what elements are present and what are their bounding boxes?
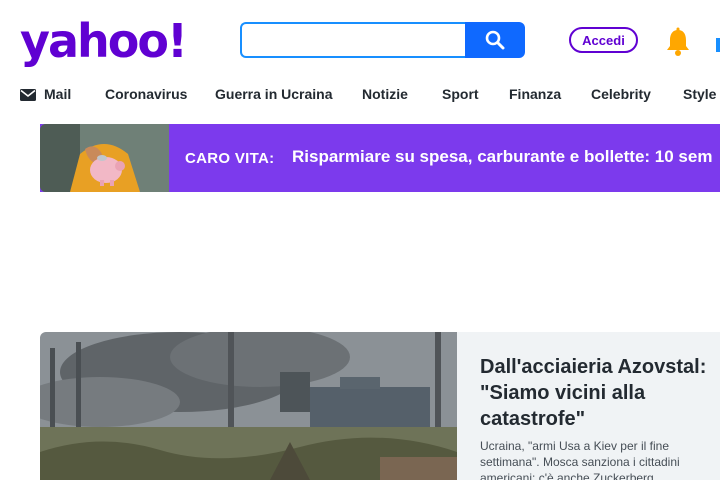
search-button[interactable] [465, 22, 525, 58]
search-icon [485, 30, 505, 50]
promo-title-link[interactable]: Risparmiare su spesa, carburante e bolle… [292, 147, 712, 167]
piggy-bank-image [40, 124, 169, 192]
nav-item-sport[interactable]: Sport [442, 86, 479, 102]
nav-item-style[interactable]: Style [683, 86, 716, 102]
search-bar [240, 22, 525, 58]
promo-banner[interactable]: CARO VITA: Risparmiare su spesa, carbura… [40, 124, 720, 192]
hero-image[interactable] [40, 332, 457, 480]
nav-item-mail[interactable]: Mail [44, 86, 71, 102]
hero-title[interactable]: Dall'acciaieria Azovstal: "Siamo vicini … [480, 354, 720, 432]
edge-indicator [716, 38, 720, 52]
header: yahoo! Accedi [0, 0, 720, 80]
hero-summary: Ucraina, "armi Usa a Kiev per il fine se… [480, 439, 680, 480]
mail-icon [20, 89, 36, 101]
promo-label: CARO VITA: [185, 150, 275, 167]
nav-item-guerra-in-ucraina[interactable]: Guerra in Ucraina [215, 86, 333, 102]
nav-item-notizie[interactable]: Notizie [362, 86, 408, 102]
signin-button[interactable]: Accedi [569, 27, 638, 53]
yahoo-logo[interactable]: yahoo! [20, 14, 188, 68]
nav-item-finanza[interactable]: Finanza [509, 86, 561, 102]
nav-item-coronavirus[interactable]: Coronavirus [105, 86, 187, 102]
nav-item-celebrity[interactable]: Celebrity [591, 86, 651, 102]
search-input[interactable] [240, 22, 465, 58]
main-nav: Mail Coronavirus Guerra in Ucraina Notiz… [0, 80, 720, 110]
hero-story[interactable]: Dall'acciaieria Azovstal: "Siamo vicini … [40, 332, 720, 480]
bell-icon[interactable] [664, 27, 692, 57]
